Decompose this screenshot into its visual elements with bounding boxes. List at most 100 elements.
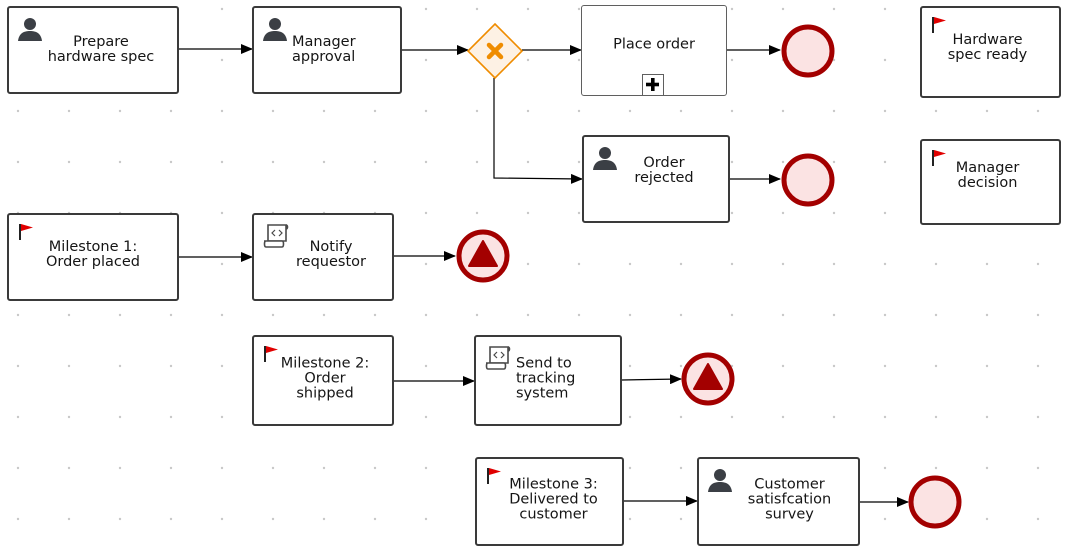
grid-dot	[883, 415, 887, 419]
grid-dot	[883, 517, 887, 521]
grid-dot	[118, 313, 122, 317]
user-task-manager-approval[interactable]: Manager approval	[252, 6, 402, 94]
grid-dot	[832, 160, 836, 164]
grid-dot	[577, 262, 581, 266]
grid-dot	[934, 109, 938, 113]
grid-dot	[1036, 466, 1040, 470]
grid-dot	[832, 211, 836, 215]
milestone-hardware-spec-ready[interactable]: Hardware spec ready	[920, 6, 1061, 98]
grid-dot	[67, 109, 71, 113]
grid-dot	[16, 364, 20, 368]
grid-dot	[883, 211, 887, 215]
grid-dot	[271, 517, 275, 521]
flag-icon	[19, 224, 33, 240]
milestone-order-shipped[interactable]: Milestone 2: Order shipped	[252, 335, 394, 426]
grid-dot	[424, 313, 428, 317]
grid-dot	[1036, 364, 1040, 368]
milestone-order-placed[interactable]: Milestone 1: Order placed	[7, 213, 179, 301]
grid-dot	[169, 364, 173, 368]
grid-dot	[16, 109, 20, 113]
grid-dot	[679, 466, 683, 470]
grid-dot	[322, 466, 326, 470]
grid-dot	[679, 415, 683, 419]
grid-dot	[832, 7, 836, 11]
grid-dot	[220, 313, 224, 317]
milestone-manager-decision[interactable]: Manager decision	[920, 139, 1061, 225]
script-task-send-to-tracking-system[interactable]: Send to tracking system	[474, 335, 622, 426]
grid-dot	[628, 415, 632, 419]
grid-dot	[1036, 517, 1040, 521]
grid-dot	[424, 58, 428, 62]
grid-dot	[934, 466, 938, 470]
grid-dot	[118, 415, 122, 419]
grid-dot	[373, 466, 377, 470]
sub-process-place-order[interactable]: Place order	[581, 5, 727, 96]
flow-gateway-to-order-rejected[interactable]	[493, 78, 583, 184]
milestone-delivered-to-customer[interactable]: Milestone 3: Delivered to customer	[475, 457, 624, 546]
grid-dot	[985, 466, 989, 470]
grid-dot	[16, 160, 20, 164]
grid-dot	[985, 109, 989, 113]
grid-dot	[526, 58, 530, 62]
escalation-end-event-notify[interactable]	[456, 229, 510, 283]
grid-dot	[271, 109, 275, 113]
grid-dot	[832, 415, 836, 419]
grid-dot	[373, 517, 377, 521]
grid-dot	[118, 364, 122, 368]
grid-dot	[169, 466, 173, 470]
grid-dot	[628, 262, 632, 266]
grid-dot	[424, 262, 428, 266]
grid-dot	[526, 160, 530, 164]
script-task-notify-requestor[interactable]: Notify requestor	[252, 213, 394, 301]
user-task-customer-satisfaction-survey[interactable]: Customer satisfcation survey	[697, 457, 860, 546]
exclusive-gateway[interactable]	[466, 22, 524, 80]
grid-dot	[883, 58, 887, 62]
grid-dot	[781, 262, 785, 266]
grid-dot	[883, 7, 887, 11]
grid-dot	[220, 415, 224, 419]
grid-dot	[679, 262, 683, 266]
grid-dot	[679, 517, 683, 521]
grid-dot	[16, 415, 20, 419]
grid-dot	[679, 109, 683, 113]
grid-dot	[985, 415, 989, 419]
grid-dot	[424, 415, 428, 419]
grid-dot	[322, 109, 326, 113]
end-event-survey[interactable]	[908, 475, 962, 529]
user-task-order-rejected[interactable]: Order rejected	[582, 135, 730, 223]
grid-dot	[67, 415, 71, 419]
grid-dot	[730, 109, 734, 113]
task-label: Customer satisfcation survey	[747, 476, 832, 522]
grid-dot	[67, 313, 71, 317]
grid-dot	[526, 262, 530, 266]
grid-dot	[475, 313, 479, 317]
milestone-label: Milestone 1: Order placed	[45, 239, 141, 270]
grid-dot	[730, 58, 734, 62]
grid-dot	[169, 160, 173, 164]
grid-dot	[220, 262, 224, 266]
grid-dot	[118, 517, 122, 521]
end-event-order-rejected[interactable]	[781, 153, 835, 207]
escalation-end-event-tracking[interactable]	[681, 352, 735, 406]
grid-dot	[220, 517, 224, 521]
grid-dot	[67, 466, 71, 470]
grid-dot	[118, 109, 122, 113]
grid-dot	[883, 364, 887, 368]
collapsed-subprocess-plus-icon[interactable]	[642, 74, 664, 96]
grid-dot	[883, 313, 887, 317]
end-event-place-order[interactable]	[781, 24, 835, 78]
grid-dot	[985, 517, 989, 521]
milestone-label: Hardware spec ready	[947, 32, 1028, 63]
task-label: Order rejected	[634, 155, 694, 186]
grid-dot	[628, 466, 632, 470]
flow-tracking-to-end[interactable]	[621, 374, 682, 385]
user-task-prepare-hardware-spec[interactable]: Prepare hardware spec	[7, 6, 179, 94]
grid-dot	[934, 313, 938, 317]
grid-dot	[781, 160, 785, 164]
grid-dot	[1036, 262, 1040, 266]
grid-dot	[577, 313, 581, 317]
grid-dot	[118, 160, 122, 164]
grid-dot	[67, 364, 71, 368]
grid-dot	[628, 517, 632, 521]
grid-dot	[373, 109, 377, 113]
